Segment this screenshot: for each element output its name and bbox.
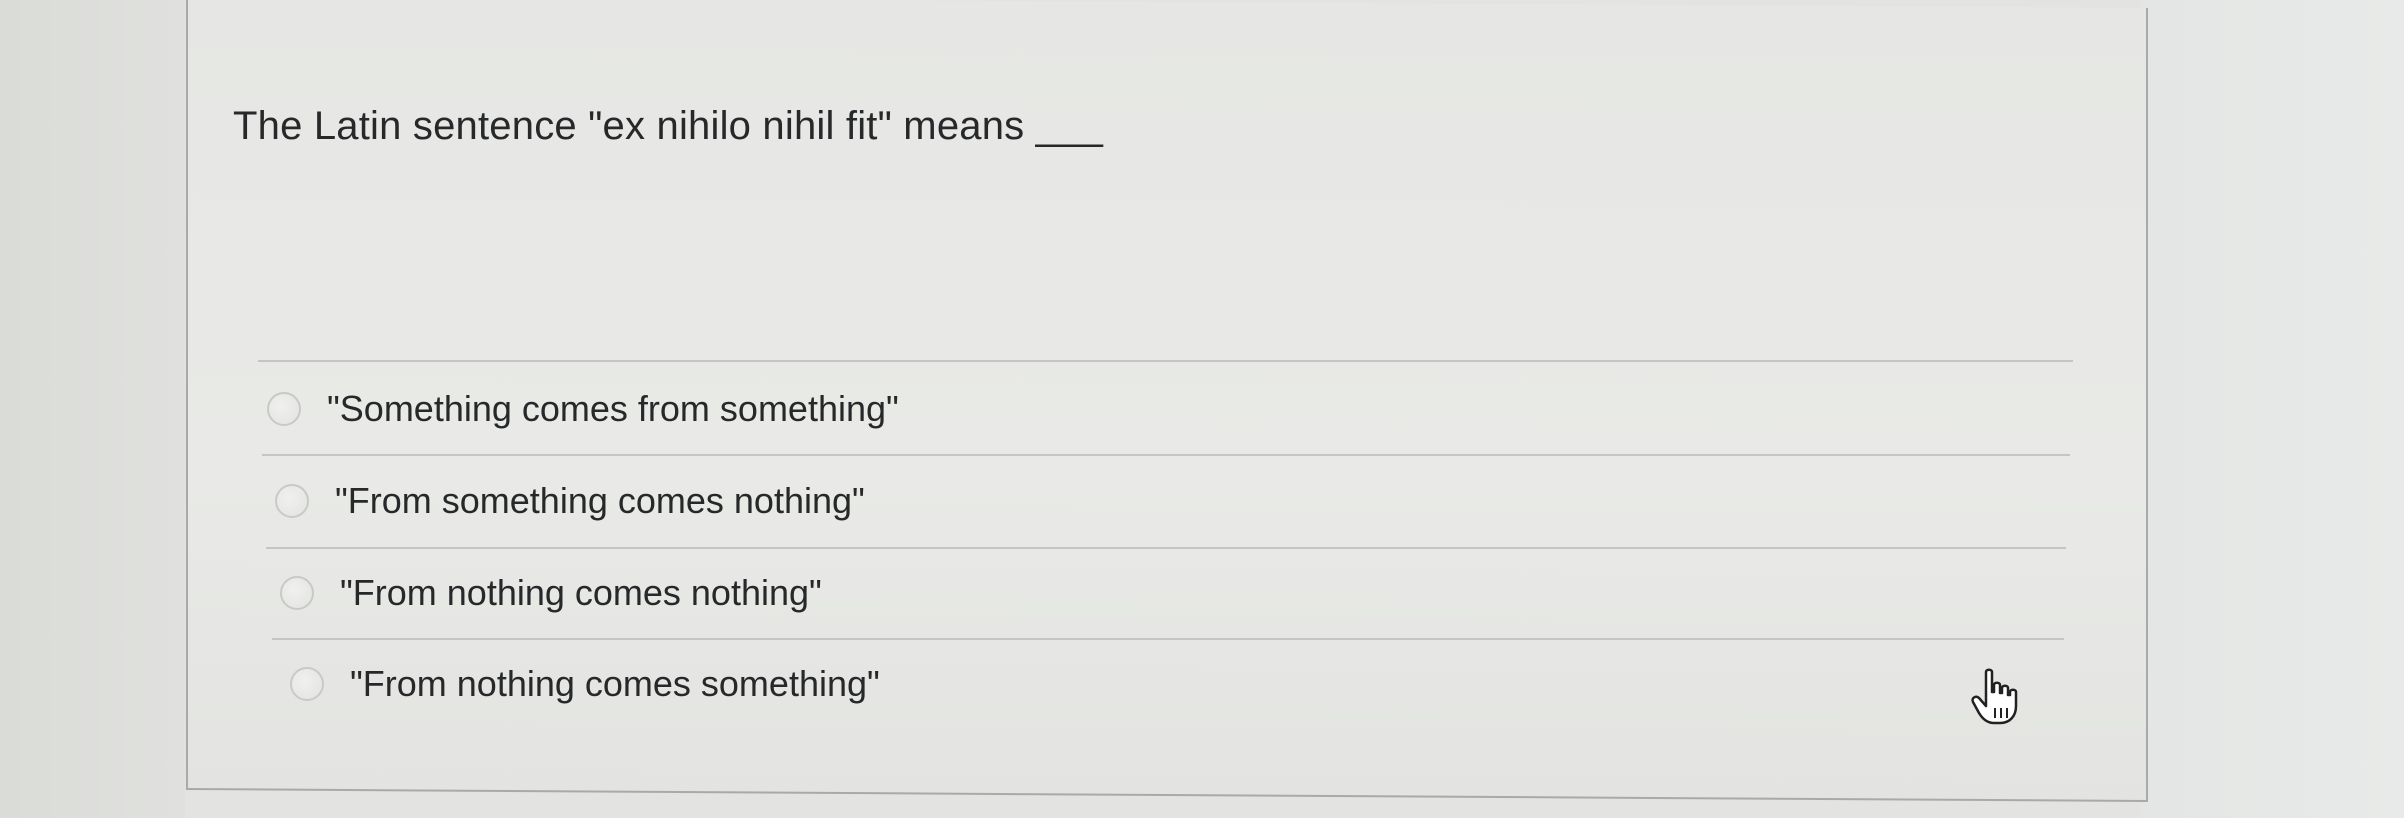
radio-button-icon[interactable] [280, 576, 314, 610]
option-label: "Something comes from something" [327, 388, 899, 429]
question-text: The Latin sentence "ex nihilo nihil fit"… [233, 104, 1104, 148]
answer-option-1[interactable]: "Something comes from something" [267, 388, 899, 430]
page-background-left [0, 0, 185, 818]
answer-option-3[interactable]: "From nothing comes nothing" [280, 572, 822, 614]
option-label: "From nothing comes something" [350, 663, 880, 704]
radio-button-icon[interactable] [267, 392, 301, 426]
radio-button-icon[interactable] [275, 484, 309, 518]
option-divider [262, 454, 2070, 456]
option-label: "From nothing comes nothing" [340, 572, 822, 613]
answer-option-4[interactable]: "From nothing comes something" [290, 663, 880, 705]
option-label: "From something comes nothing" [335, 480, 865, 521]
page-background-right [2140, 0, 2404, 818]
option-divider [266, 547, 2066, 549]
hand-pointer-icon [1971, 668, 2018, 725]
radio-button-icon[interactable] [290, 667, 324, 701]
option-divider [272, 638, 2064, 640]
answer-option-2[interactable]: "From something comes nothing" [275, 480, 865, 522]
options-top-divider [258, 360, 2073, 362]
